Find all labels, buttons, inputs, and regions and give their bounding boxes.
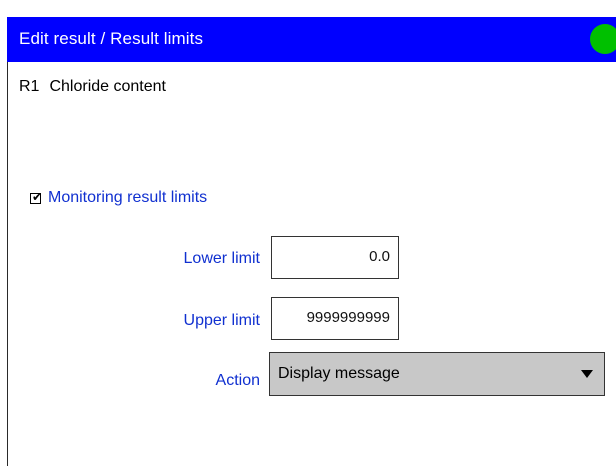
dropdown-arrow-icon[interactable] (581, 370, 593, 378)
title-bar: Edit result / Result limits (7, 17, 616, 62)
result-id: R1 (19, 78, 40, 95)
monitoring-checkbox-row[interactable]: ✔ Monitoring result limits (30, 188, 207, 208)
result-identifier: R1 Chloride content (19, 78, 166, 96)
checkmark-icon: ✔ (32, 189, 43, 204)
action-selected-value: Display message (278, 365, 400, 382)
action-dropdown[interactable]: Display message (269, 352, 605, 396)
upper-limit-label: Upper limit (183, 312, 260, 329)
monitoring-checkbox[interactable]: ✔ (30, 189, 43, 204)
result-name: Chloride content (49, 78, 166, 95)
left-border (7, 62, 8, 466)
upper-limit-input[interactable]: 9999999999 (271, 297, 399, 340)
lower-limit-input[interactable]: 0.0 (271, 236, 399, 279)
window-title: Edit result / Result limits (19, 29, 204, 48)
edit-result-window: Edit result / Result limits R1 Chloride c… (0, 0, 616, 466)
monitoring-label[interactable]: Monitoring result limits (48, 189, 207, 207)
status-dot-icon (590, 24, 616, 54)
action-label: Action (215, 372, 260, 389)
lower-limit-label: Lower limit (183, 250, 260, 267)
